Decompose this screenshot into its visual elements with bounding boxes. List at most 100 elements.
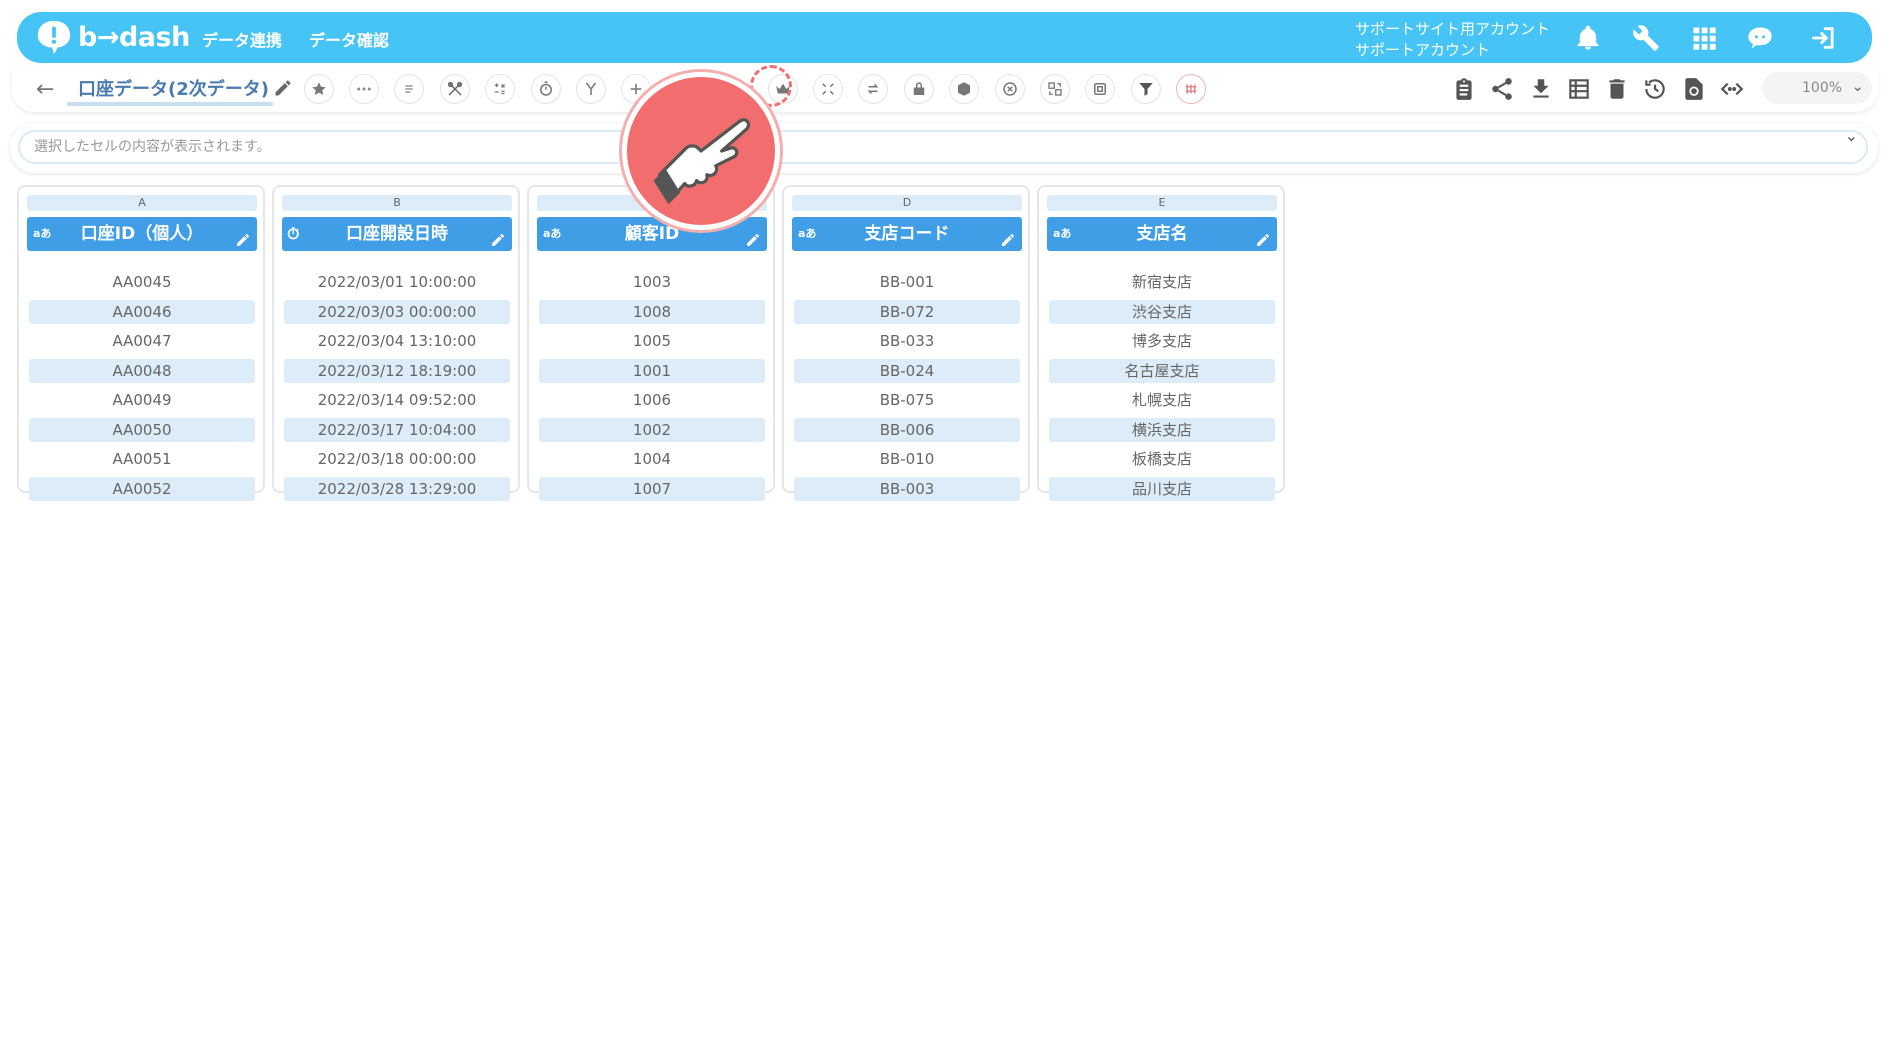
table-cell[interactable]: 2022/03/18 00:00:00 [284, 447, 510, 471]
table-cell[interactable]: BB-024 [794, 359, 1020, 383]
page-title[interactable]: 口座データ(2次データ) [78, 75, 269, 101]
table-cell[interactable]: AA0051 [29, 447, 255, 471]
pattern-icon[interactable] [1176, 74, 1206, 104]
expand-icon[interactable] [813, 74, 843, 104]
logout-icon[interactable] [1810, 24, 1838, 52]
table-cell[interactable]: 2022/03/14 09:52:00 [284, 388, 510, 412]
edit-column-icon[interactable] [1255, 226, 1271, 246]
column-name: 顧客ID [624, 224, 680, 244]
code-icon[interactable] [1719, 76, 1745, 102]
logo-bubble-icon [37, 20, 71, 55]
bell-icon[interactable] [1574, 24, 1602, 52]
table-column: B ⏱ 口座開設日時 2022/03/01 10:00:00 2022/03/03 00… [272, 185, 520, 501]
repeat-icon[interactable] [858, 74, 888, 104]
cancel-icon[interactable] [995, 74, 1025, 104]
table-cell[interactable]: 1007 [539, 477, 765, 501]
table-cell[interactable]: AA0045 [29, 270, 255, 294]
table-view-icon[interactable] [1566, 76, 1592, 102]
filter-icon[interactable] [1131, 74, 1161, 104]
apps-grid-icon[interactable] [1690, 24, 1718, 52]
nav-data-check[interactable]: データ確認 [309, 27, 389, 51]
table-cell[interactable]: BB-033 [794, 329, 1020, 353]
table-cell[interactable]: 横浜支店 [1049, 418, 1275, 442]
table-cell[interactable]: 2022/03/28 13:29:00 [284, 477, 510, 501]
table-cell[interactable]: AA0049 [29, 388, 255, 412]
edit-column-icon[interactable] [235, 226, 251, 246]
star-icon[interactable] [304, 74, 334, 104]
history-icon[interactable] [1642, 76, 1668, 102]
table-cell[interactable]: 1004 [539, 447, 765, 471]
nav-data-link[interactable]: データ連携 [202, 27, 282, 51]
table-cell[interactable]: 1002 [539, 418, 765, 442]
table-column: Aaあ 口座ID（個人） AA0045 AA0046 AA0047 AA0048 AA004… [17, 185, 265, 501]
box-icon[interactable] [949, 74, 979, 104]
table-cell[interactable]: AA0052 [29, 477, 255, 501]
list-icon[interactable] [394, 74, 424, 104]
calc-icon[interactable] [485, 74, 515, 104]
timer-icon[interactable] [531, 74, 561, 104]
edit-column-icon[interactable] [745, 226, 761, 246]
column-letter[interactable]: D [792, 195, 1022, 211]
table-cell[interactable]: BB-072 [794, 300, 1020, 324]
back-arrow-icon[interactable]: ← [36, 77, 54, 102]
logo[interactable]: b→dash [35, 18, 190, 56]
chevron-down-icon[interactable]: ⌄ [1845, 126, 1858, 145]
column-header[interactable]: aあ 支店コード [792, 217, 1022, 251]
string-type-icon: aあ [543, 227, 562, 240]
column-header[interactable]: aあ 口座ID（個人） [27, 217, 257, 251]
column-letter[interactable]: E [1047, 195, 1277, 211]
clipboard-icon[interactable] [1451, 76, 1477, 102]
table-cell[interactable]: 札幌支店 [1049, 388, 1275, 412]
trash-icon[interactable] [1604, 76, 1630, 102]
table-cell[interactable]: 名古屋支店 [1049, 359, 1275, 383]
table-cell[interactable]: 博多支店 [1049, 329, 1275, 353]
column-header[interactable]: ⏱ 口座開設日時 [282, 217, 512, 251]
table-cell[interactable]: 1005 [539, 329, 765, 353]
table-cell[interactable]: 1003 [539, 270, 765, 294]
table-column: Daあ 支店コード BB-001 BB-072 BB-033 BB-024 BB-075 BB… [782, 185, 1030, 501]
refresh-icon[interactable] [1681, 76, 1707, 102]
table-cell[interactable]: 1006 [539, 388, 765, 412]
cell-content-field[interactable]: 選択したセルの内容が表示されます。 [18, 130, 1868, 164]
table-cell[interactable]: 1001 [539, 359, 765, 383]
table-cell[interactable]: 品川支店 [1049, 477, 1275, 501]
table-column: Eaあ 支店名新宿支店渋谷支店博多支店名古屋支店札幌支店横浜支店板橋支店品川支店 [1037, 185, 1285, 501]
table-cell[interactable]: 2022/03/04 13:10:00 [284, 329, 510, 353]
edit-title-icon[interactable] [273, 78, 293, 98]
table-cell[interactable]: 1008 [539, 300, 765, 324]
column-letter[interactable]: A [27, 195, 257, 211]
cell-content-bar: 選択したセルの内容が表示されます。 ⌄ [10, 123, 1878, 173]
table-cell[interactable]: BB-075 [794, 388, 1020, 412]
table-cell[interactable]: BB-010 [794, 447, 1020, 471]
table-cell[interactable]: AA0048 [29, 359, 255, 383]
merge-icon[interactable] [576, 74, 606, 104]
table-cell[interactable]: 2022/03/12 18:19:00 [284, 359, 510, 383]
more-icon[interactable] [349, 74, 379, 104]
column-letter[interactable]: B [282, 195, 512, 211]
table-cell[interactable]: AA0047 [29, 329, 255, 353]
tools-icon[interactable] [440, 74, 470, 104]
table-cell[interactable]: 新宿支店 [1049, 270, 1275, 294]
share-icon[interactable] [1489, 76, 1515, 102]
edit-column-icon[interactable] [1000, 226, 1016, 246]
edit-column-icon[interactable] [490, 226, 506, 246]
zoom-select[interactable]: 100% ⌄ [1762, 72, 1872, 104]
frame-icon[interactable] [1085, 74, 1115, 104]
lock-icon[interactable] [904, 74, 934, 104]
table-cell[interactable]: AA0050 [29, 418, 255, 442]
table-cell[interactable]: AA0046 [29, 300, 255, 324]
table-cell[interactable]: 2022/03/01 10:00:00 [284, 270, 510, 294]
table-cell[interactable]: 板橋支店 [1049, 447, 1275, 471]
table-cell[interactable]: 2022/03/03 00:00:00 [284, 300, 510, 324]
table-cell[interactable]: 渋谷支店 [1049, 300, 1275, 324]
wrench-icon[interactable] [1632, 24, 1660, 52]
table-cell[interactable]: BB-006 [794, 418, 1020, 442]
table-cell[interactable]: BB-001 [794, 270, 1020, 294]
account-info[interactable]: サポートサイト用アカウント サポートアカウント [1355, 19, 1550, 61]
replace-icon[interactable] [1040, 74, 1070, 104]
assistant-icon[interactable] [1746, 24, 1774, 52]
download-icon[interactable] [1528, 76, 1554, 102]
table-cell[interactable]: BB-003 [794, 477, 1020, 501]
column-header[interactable]: aあ 支店名 [1047, 217, 1277, 251]
table-cell[interactable]: 2022/03/17 10:04:00 [284, 418, 510, 442]
